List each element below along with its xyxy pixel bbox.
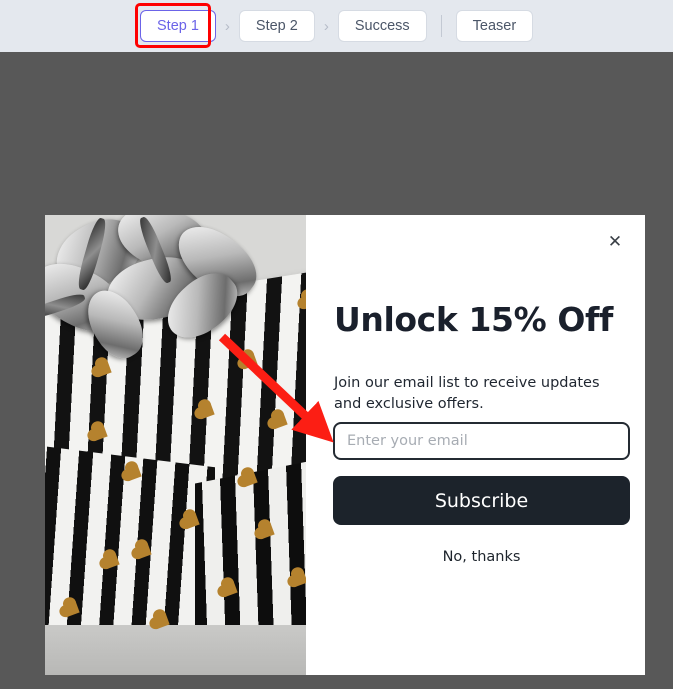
tab-step-1-label: Step 1 (157, 18, 199, 34)
decline-link[interactable]: No, thanks (333, 549, 630, 565)
gift-box-photo (45, 215, 306, 675)
modal-body-text: Join our email list to receive updates a… (334, 375, 600, 413)
tab-teaser[interactable]: Teaser (455, 10, 534, 42)
chevron-right-icon-1: › (224, 17, 230, 35)
subscribe-button[interactable]: Subscribe (333, 476, 630, 525)
email-input[interactable] (333, 422, 630, 460)
tab-success[interactable]: Success (337, 10, 427, 42)
chevron-right-icon-2: › (323, 17, 329, 35)
close-icon[interactable]: ✕ (603, 229, 627, 253)
email-signup-modal: ✕ Unlock 15% Off Join our email list to … (45, 215, 645, 675)
photo-backdrop (45, 625, 306, 675)
modal-content-panel: ✕ Unlock 15% Off Join our email list to … (306, 215, 645, 675)
step-toolbar: Step 1 › Step 2 › Success Teaser (0, 0, 673, 52)
tab-step-2-label: Step 2 (255, 18, 298, 34)
tab-step-2[interactable]: Step 2 (238, 10, 315, 42)
modal-heading: Unlock 15% Off (334, 300, 613, 339)
toolbar-divider (440, 15, 442, 37)
tab-success-label: Success (354, 18, 410, 34)
tab-teaser-label: Teaser (472, 18, 517, 34)
tab-step-1[interactable]: Step 1 (140, 10, 216, 42)
